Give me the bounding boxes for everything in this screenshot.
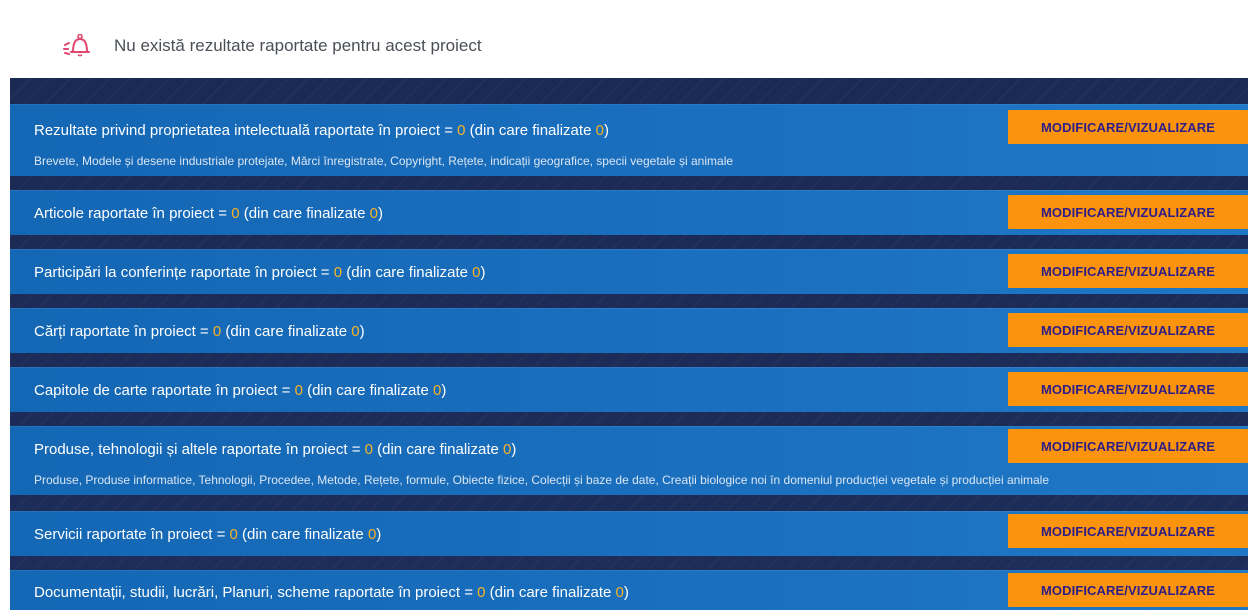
result-row-intellectual-property: Rezultate privind proprietatea intelectu… [10,104,1248,176]
finalized-count: 0 [369,205,378,222]
finalized-count: 0 [351,323,360,340]
row-description: Produse, Produse informatice, Tehnologii… [34,473,1050,487]
row-title: Servicii raportate în proiect = 0 (din c… [34,526,382,543]
result-row-products-technologies: Produse, tehnologii și altele raportate … [10,426,1248,495]
reported-count: 0 [212,323,222,340]
reported-count: 0 [294,382,303,399]
result-row-books: Cărți raportate în proiect = 0 (din care… [10,308,1248,353]
finalized-count: 0 [615,584,624,601]
modify-view-button[interactable]: MODIFICARE/VIZUALIZARE [1008,195,1248,229]
result-row-conferences: Participări la conferințe raportate în p… [10,249,1248,294]
row-title: Cărți raportate în proiect = 0 (din care… [34,323,365,340]
finalized-count: 0 [595,122,604,139]
modify-view-button[interactable]: MODIFICARE/VIZUALIZARE [1008,313,1248,347]
bell-alert-icon [62,32,90,58]
row-title: Documentații, studii, lucrări, Planuri, … [34,584,629,601]
row-title: Participări la conferințe raportate în p… [34,264,486,281]
row-title: Produse, tehnologii și altele raportate … [34,441,517,458]
modify-view-button[interactable]: MODIFICARE/VIZUALIZARE [1008,429,1248,463]
result-row-documentation-studies: Documentații, studii, lucrări, Planuri, … [10,570,1248,610]
reported-count: 0 [364,441,373,458]
reported-count: 0 [229,526,238,543]
modify-view-button[interactable]: MODIFICARE/VIZUALIZARE [1008,254,1248,288]
empty-results-notice: Nu există rezultate raportate pentru ace… [0,0,1248,78]
reported-count: 0 [457,122,466,139]
row-title: Capitole de carte raportate în proiect =… [34,382,447,399]
reported-count: 0 [333,264,343,281]
row-title: Articole raportate în proiect = 0 (din c… [34,205,383,222]
notice-text: Nu există rezultate raportate pentru ace… [114,36,482,55]
result-row-book-chapters: Capitole de carte raportate în proiect =… [10,367,1248,412]
result-row-articles: Articole raportate în proiect = 0 (din c… [10,190,1248,235]
modify-view-button[interactable]: MODIFICARE/VIZUALIZARE [1008,573,1248,607]
finalized-count: 0 [472,264,481,281]
modify-view-button[interactable]: MODIFICARE/VIZUALIZARE [1008,514,1248,548]
modify-view-button[interactable]: MODIFICARE/VIZUALIZARE [1008,110,1248,144]
reported-count: 0 [231,205,240,222]
row-description: Brevete, Modele și desene industriale pr… [34,154,734,168]
result-row-services: Servicii raportate în proiect = 0 (din c… [10,511,1248,556]
modify-view-button[interactable]: MODIFICARE/VIZUALIZARE [1008,372,1248,406]
row-title: Rezultate privind proprietatea intelectu… [34,122,609,139]
